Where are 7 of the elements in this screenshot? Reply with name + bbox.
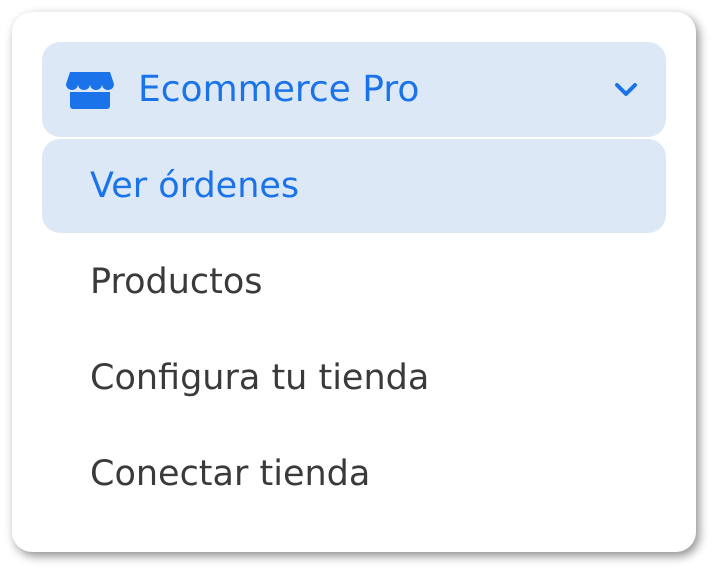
chevron-icon	[614, 82, 638, 98]
menu-item[interactable]: Conectar tienda	[42, 427, 666, 521]
menu-item[interactable]: Productos	[42, 235, 666, 329]
menu-item[interactable]: Configura tu tienda	[42, 331, 666, 425]
menu-header[interactable]: Ecommerce Pro	[42, 42, 666, 137]
store-icon	[66, 70, 114, 110]
menu-item[interactable]: Ver órdenes	[42, 139, 666, 233]
